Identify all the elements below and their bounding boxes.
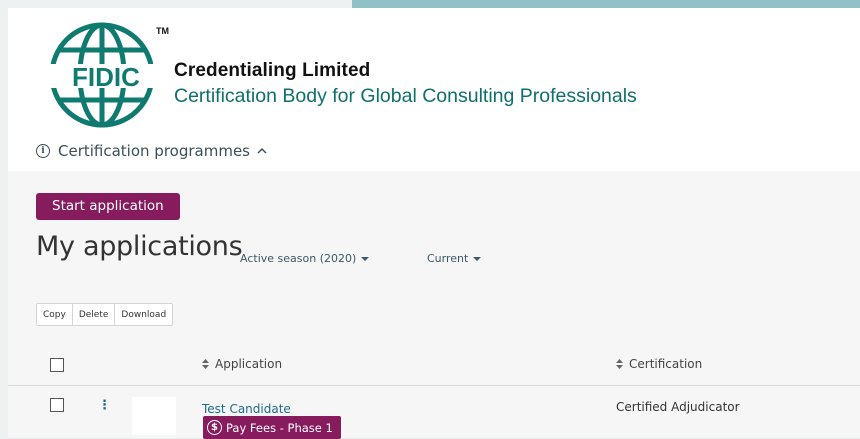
sort-icon [202,359,209,369]
sort-icon [616,359,623,369]
status-filter-label: Current [427,252,469,265]
certification-value: Certified Adjudicator [616,400,740,414]
column-header-label: Certification [629,357,703,371]
pay-fees-label: Pay Fees - Phase 1 [226,420,333,435]
pay-fees-button[interactable]: $ Pay Fees - Phase 1 [203,416,341,439]
top-accent-strip [352,0,860,8]
column-header-label: Application [215,357,283,371]
dollar-icon: $ [207,420,222,435]
caret-down-icon [473,256,482,261]
select-all-checkbox[interactable] [50,358,64,372]
row-select-checkbox[interactable] [50,398,64,412]
applications-panel: Start application My applications Active… [8,171,860,439]
delete-button[interactable]: Delete [72,304,116,325]
download-button[interactable]: Download [115,304,173,325]
application-thumbnail [132,397,176,435]
certification-programmes-toggle[interactable]: i Certification programmes [36,142,268,160]
caret-down-icon [361,256,370,261]
row-menu-icon[interactable]: ⋮ [98,398,111,413]
status-filter-dropdown[interactable]: Current [427,252,482,265]
column-header-certification[interactable]: Certification [616,357,702,371]
chevron-up-icon [257,147,267,154]
page: FIDIC TM Credentialing Limited Certifica… [8,8,860,439]
info-icon: i [36,144,50,158]
page-title: My applications [36,231,243,262]
bulk-actions-toolbar: Copy Delete Download [36,303,174,326]
column-header-application[interactable]: Application [202,357,282,371]
table-row: ⋮ Test Candidate $ Pay Fees - Phase 1 Ce… [8,386,860,439]
header: FIDIC TM Credentialing Limited Certifica… [8,8,860,171]
start-application-button[interactable]: Start application [36,193,180,220]
copy-button[interactable]: Copy [37,304,73,325]
trademark-mark: TM [156,26,169,36]
brand-subtitle: Certification Body for Global Consulting… [174,85,637,107]
programmes-label: Certification programmes [58,142,250,160]
brand-title: Credentialing Limited [174,60,371,81]
table-header: Application Certification [8,345,860,386]
logo-text: FIDIC [72,62,140,92]
season-filter-label: Active season (2020) [240,252,357,265]
season-filter-dropdown[interactable]: Active season (2020) [240,252,370,265]
application-name-link[interactable]: Test Candidate [202,402,291,416]
fidic-logo: FIDIC TM [44,22,169,128]
